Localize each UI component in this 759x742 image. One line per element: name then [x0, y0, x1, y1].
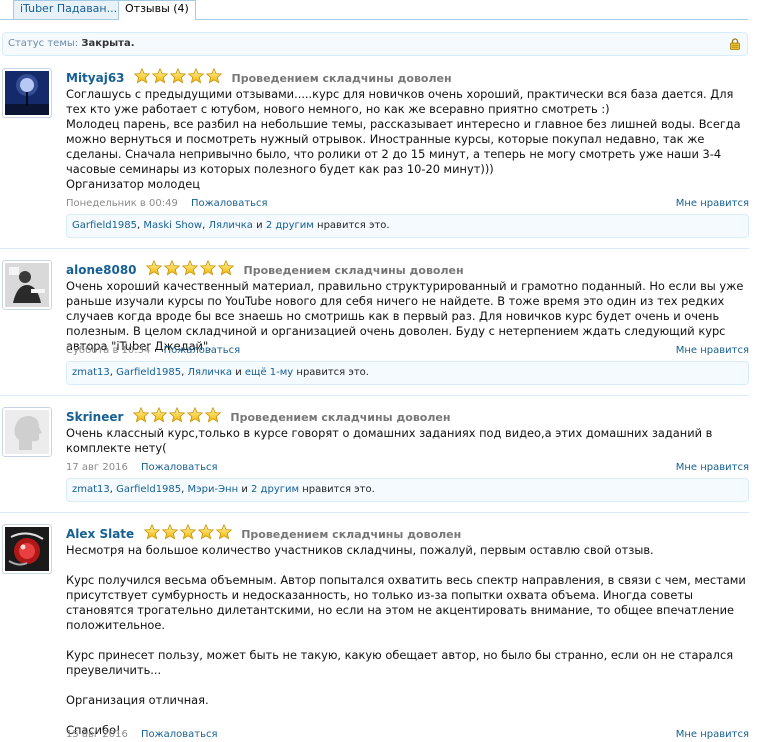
review-header: alone8080 Проведением складчины доволен: [66, 260, 464, 277]
tab-bar: iTuber Падаван... Отзывы (4): [0, 0, 748, 20]
rating-title: Проведением складчины доволен: [231, 72, 452, 85]
star-icon: [144, 524, 160, 540]
liker-link[interactable]: Мэри-Энн: [188, 484, 239, 495]
report-link[interactable]: Пожаловаться: [141, 462, 218, 473]
avatar[interactable]: [2, 407, 52, 457]
rating-stars: [144, 524, 234, 545]
tab-reviews[interactable]: Отзывы (4): [118, 0, 196, 20]
report-link[interactable]: Пожаловаться: [141, 729, 218, 740]
divider: [0, 395, 749, 396]
liker-link[interactable]: Garfield1985: [72, 220, 137, 231]
report-link[interactable]: Пожаловаться: [164, 345, 241, 356]
star-icon: [170, 68, 186, 84]
star-icon: [169, 407, 185, 423]
username[interactable]: alone8080: [66, 263, 137, 277]
star-icon: [133, 407, 149, 423]
likes-suffix: нравится это.: [317, 220, 390, 231]
star-icon: [180, 524, 196, 540]
thread-status-bar: Статус темы: Закрыта.: [2, 32, 748, 56]
review-text: Несмотря на большое количество участнико…: [66, 543, 746, 737]
rating-stars: [134, 68, 224, 89]
star-icon: [151, 407, 167, 423]
star-icon: [188, 68, 204, 84]
review-header: Mityaj63 Проведением складчины доволен: [66, 68, 452, 85]
liker-link[interactable]: Ляличка: [208, 220, 253, 231]
star-icon: [164, 260, 180, 276]
liker-link[interactable]: zmat13: [72, 367, 110, 378]
rating-stars: [133, 407, 223, 428]
review-meta: 17 авг 2016 Пожаловаться Мне нравится: [66, 461, 749, 475]
likes-more-link[interactable]: 2 другим: [251, 484, 299, 495]
avatar[interactable]: [2, 524, 52, 574]
review-meta: Понедельник в 00:49 Пожаловаться Мне нра…: [66, 197, 749, 211]
likes-and: и: [256, 220, 263, 231]
divider: [0, 248, 749, 249]
star-icon: [205, 407, 221, 423]
lock-icon: [730, 38, 740, 50]
review-text: Очень хороший качественный материал, пра…: [66, 279, 744, 353]
liker-link[interactable]: Garfield1985: [116, 484, 181, 495]
post-date[interactable]: 17 авг 2016: [66, 462, 128, 473]
post-date[interactable]: 15 авг 2016: [66, 729, 128, 740]
star-icon: [182, 260, 198, 276]
divider: [0, 512, 749, 513]
likes-suffix: нравится это.: [302, 484, 375, 495]
avatar[interactable]: [2, 68, 52, 118]
report-link[interactable]: Пожаловаться: [191, 198, 268, 209]
star-icon: [146, 260, 162, 276]
username[interactable]: Alex Slate: [66, 527, 134, 541]
likes-more-link[interactable]: ещё 1-му: [245, 367, 293, 378]
rating-title: Проведением складчины доволен: [230, 411, 451, 424]
avatar[interactable]: [2, 260, 52, 310]
review-header: Alex Slate Проведением складчины доволен: [66, 524, 462, 541]
star-icon: [198, 524, 214, 540]
likes-and: и: [241, 484, 248, 495]
like-link[interactable]: Мне нравится: [676, 728, 749, 742]
likes-and: и: [235, 367, 242, 378]
review-header: Skrineer Проведением складчины доволен: [66, 407, 451, 424]
review-text: Соглашусь с предыдущими отзывами.....кур…: [66, 87, 741, 191]
review-meta: 15 авг 2016 Пожаловаться Мне нравится: [66, 728, 749, 742]
rating-title: Проведением складчины доволен: [241, 528, 462, 541]
liker-link[interactable]: Maski Show: [143, 220, 202, 231]
star-icon: [216, 524, 232, 540]
star-icon: [152, 68, 168, 84]
rating-title: Проведением складчины доволен: [243, 264, 464, 277]
likes-more-link[interactable]: 2 другим: [266, 220, 314, 231]
star-icon: [187, 407, 203, 423]
username[interactable]: Skrineer: [66, 410, 123, 424]
tab-course[interactable]: iTuber Падаван...: [13, 0, 125, 19]
review-text: Очень классный курс,только в курсе говор…: [66, 426, 713, 455]
likes-summary: zmat13, Garfield1985, Мэри-Энн и 2 други…: [66, 478, 749, 502]
status-value: Закрыта.: [81, 38, 135, 49]
star-icon: [162, 524, 178, 540]
liker-link[interactable]: Ляличка: [188, 367, 233, 378]
like-link[interactable]: Мне нравится: [676, 197, 749, 211]
post-date[interactable]: Суббота в 10:34: [66, 345, 150, 356]
likes-summary: zmat13, Garfield1985, Ляличка и ещё 1-му…: [66, 361, 749, 385]
star-icon: [218, 260, 234, 276]
post-date[interactable]: Понедельник в 00:49: [66, 198, 178, 209]
likes-suffix: нравится это.: [296, 367, 369, 378]
status-label: Статус темы:: [8, 38, 79, 49]
liker-link[interactable]: Garfield1985: [116, 367, 181, 378]
username[interactable]: Mityaj63: [66, 71, 125, 85]
like-link[interactable]: Мне нравится: [676, 461, 749, 475]
rating-stars: [146, 260, 236, 281]
star-icon: [200, 260, 216, 276]
liker-link[interactable]: zmat13: [72, 484, 110, 495]
star-icon: [206, 68, 222, 84]
star-icon: [134, 68, 150, 84]
likes-summary: Garfield1985, Maski Show, Ляличка и 2 др…: [66, 214, 749, 238]
review-meta: Суббота в 10:34 Пожаловаться Мне нравитс…: [66, 344, 749, 358]
like-link[interactable]: Мне нравится: [676, 344, 749, 358]
